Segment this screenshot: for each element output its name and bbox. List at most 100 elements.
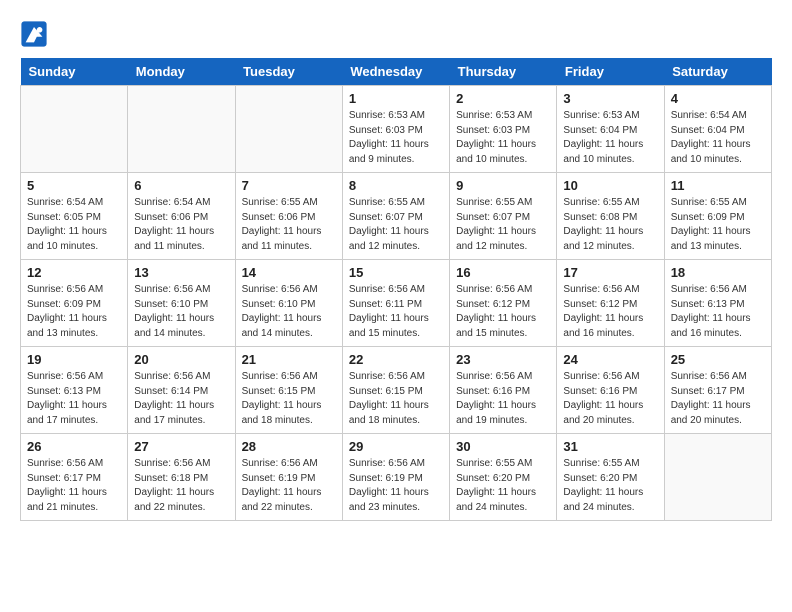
- calendar-body: 1 Sunrise: 6:53 AM Sunset: 6:03 PM Daylig…: [21, 86, 772, 521]
- calendar-cell: 6 Sunrise: 6:54 AM Sunset: 6:06 PM Daylig…: [128, 173, 235, 260]
- calendar-cell: 30Sunrise: 6:55 AM Sunset: 6:20 PM Dayli…: [450, 434, 557, 521]
- day-number: 10: [563, 178, 657, 193]
- calendar-cell: 3 Sunrise: 6:53 AM Sunset: 6:04 PM Daylig…: [557, 86, 664, 173]
- day-info: Sunrise: 6:56 AM Sunset: 6:15 PM Dayligh…: [242, 370, 336, 428]
- calendar-cell: 9Sunrise: 6:55 AM Sunset: 6:07 PM Daylig…: [450, 173, 557, 260]
- calendar-cell: 8 Sunrise: 6:55 AM Sunset: 6:07 PM Daylig…: [342, 173, 449, 260]
- day-number: 3: [563, 91, 657, 106]
- calendar-cell: 2 Sunrise: 6:53 AM Sunset: 6:03 PM Daylig…: [450, 86, 557, 173]
- calendar-week-row: 26Sunrise: 6:56 AM Sunset: 6:17 PM Dayli…: [21, 434, 772, 521]
- day-number: 2: [456, 91, 550, 106]
- day-info: Sunrise: 6:56 AM Sunset: 6:12 PM Dayligh…: [563, 283, 657, 341]
- day-info: Sunrise: 6:56 AM Sunset: 6:13 PM Dayligh…: [27, 370, 121, 428]
- day-number: 12: [27, 265, 121, 280]
- day-number: 26: [27, 439, 121, 454]
- day-number: 13: [134, 265, 228, 280]
- day-number: 24: [563, 352, 657, 367]
- calendar-cell: 29 Sunrise: 6:56 AM Sunset: 6:19 PM Dayli…: [342, 434, 449, 521]
- day-info: Sunrise: 6:56 AM Sunset: 6:17 PM Dayligh…: [671, 370, 765, 428]
- day-info: Sunrise: 6:54 AM Sunset: 6:05 PM Dayligh…: [27, 196, 121, 254]
- day-number: 15: [349, 265, 443, 280]
- day-info: Sunrise: 6:53 AM Sunset: 6:04 PM Dayligh…: [563, 109, 657, 167]
- day-info: Sunrise: 6:55 AM Sunset: 6:09 PM Dayligh…: [671, 196, 765, 254]
- calendar-cell: 25 Sunrise: 6:56 AM Sunset: 6:17 PM Dayli…: [664, 347, 771, 434]
- day-info: Sunrise: 6:56 AM Sunset: 6:16 PM Dayligh…: [563, 370, 657, 428]
- calendar-week-row: 19 Sunrise: 6:56 AM Sunset: 6:13 PM Dayli…: [21, 347, 772, 434]
- calendar-cell: 12 Sunrise: 6:56 AM Sunset: 6:09 PM Dayli…: [21, 260, 128, 347]
- calendar-table: SundayMondayTuesdayWednesdayThursdayFrid…: [20, 58, 772, 521]
- day-number: 9: [456, 178, 550, 193]
- day-info: Sunrise: 6:56 AM Sunset: 6:11 PM Dayligh…: [349, 283, 443, 341]
- day-number: 20: [134, 352, 228, 367]
- day-info: Sunrise: 6:55 AM Sunset: 6:08 PM Dayligh…: [563, 196, 657, 254]
- calendar-cell: 17 Sunrise: 6:56 AM Sunset: 6:12 PM Dayli…: [557, 260, 664, 347]
- day-info: Sunrise: 6:53 AM Sunset: 6:03 PM Dayligh…: [349, 109, 443, 167]
- calendar-cell: 4Sunrise: 6:54 AM Sunset: 6:04 PM Daylig…: [664, 86, 771, 173]
- day-info: Sunrise: 6:56 AM Sunset: 6:12 PM Dayligh…: [456, 283, 550, 341]
- day-info: Sunrise: 6:56 AM Sunset: 6:10 PM Dayligh…: [134, 283, 228, 341]
- day-number: 23: [456, 352, 550, 367]
- logo: [20, 20, 52, 48]
- weekday-header: Wednesday: [342, 58, 449, 86]
- day-info: Sunrise: 6:56 AM Sunset: 6:09 PM Dayligh…: [27, 283, 121, 341]
- calendar-cell: 15 Sunrise: 6:56 AM Sunset: 6:11 PM Dayli…: [342, 260, 449, 347]
- day-number: 6: [134, 178, 228, 193]
- calendar-cell: 10 Sunrise: 6:55 AM Sunset: 6:08 PM Dayli…: [557, 173, 664, 260]
- day-number: 11: [671, 178, 765, 193]
- day-number: 18: [671, 265, 765, 280]
- calendar-cell: [235, 86, 342, 173]
- calendar-cell: 22 Sunrise: 6:56 AM Sunset: 6:15 PM Dayli…: [342, 347, 449, 434]
- calendar-cell: [128, 86, 235, 173]
- day-number: 8: [349, 178, 443, 193]
- day-number: 7: [242, 178, 336, 193]
- weekday-header: Saturday: [664, 58, 771, 86]
- day-number: 31: [563, 439, 657, 454]
- day-info: Sunrise: 6:56 AM Sunset: 6:19 PM Dayligh…: [242, 457, 336, 515]
- calendar-cell: 31 Sunrise: 6:55 AM Sunset: 6:20 PM Dayli…: [557, 434, 664, 521]
- day-info: Sunrise: 6:54 AM Sunset: 6:06 PM Dayligh…: [134, 196, 228, 254]
- calendar-cell: [664, 434, 771, 521]
- day-number: 5: [27, 178, 121, 193]
- day-info: Sunrise: 6:56 AM Sunset: 6:10 PM Dayligh…: [242, 283, 336, 341]
- day-number: 14: [242, 265, 336, 280]
- day-info: Sunrise: 6:55 AM Sunset: 6:07 PM Dayligh…: [349, 196, 443, 254]
- day-number: 22: [349, 352, 443, 367]
- calendar-cell: 23Sunrise: 6:56 AM Sunset: 6:16 PM Dayli…: [450, 347, 557, 434]
- calendar-cell: [21, 86, 128, 173]
- calendar-cell: 28 Sunrise: 6:56 AM Sunset: 6:19 PM Dayli…: [235, 434, 342, 521]
- day-info: Sunrise: 6:55 AM Sunset: 6:06 PM Dayligh…: [242, 196, 336, 254]
- day-info: Sunrise: 6:56 AM Sunset: 6:19 PM Dayligh…: [349, 457, 443, 515]
- calendar-cell: 18 Sunrise: 6:56 AM Sunset: 6:13 PM Dayli…: [664, 260, 771, 347]
- day-number: 27: [134, 439, 228, 454]
- logo-icon: [20, 20, 48, 48]
- page-header: [20, 20, 772, 48]
- calendar-cell: 20 Sunrise: 6:56 AM Sunset: 6:14 PM Dayli…: [128, 347, 235, 434]
- calendar-header: SundayMondayTuesdayWednesdayThursdayFrid…: [21, 58, 772, 86]
- day-info: Sunrise: 6:53 AM Sunset: 6:03 PM Dayligh…: [456, 109, 550, 167]
- day-number: 21: [242, 352, 336, 367]
- calendar-cell: 13 Sunrise: 6:56 AM Sunset: 6:10 PM Dayli…: [128, 260, 235, 347]
- calendar-cell: 26Sunrise: 6:56 AM Sunset: 6:17 PM Dayli…: [21, 434, 128, 521]
- day-number: 29: [349, 439, 443, 454]
- day-info: Sunrise: 6:56 AM Sunset: 6:14 PM Dayligh…: [134, 370, 228, 428]
- calendar-cell: 24 Sunrise: 6:56 AM Sunset: 6:16 PM Dayli…: [557, 347, 664, 434]
- day-info: Sunrise: 6:55 AM Sunset: 6:20 PM Dayligh…: [563, 457, 657, 515]
- day-info: Sunrise: 6:56 AM Sunset: 6:18 PM Dayligh…: [134, 457, 228, 515]
- weekday-header: Sunday: [21, 58, 128, 86]
- calendar-cell: 5 Sunrise: 6:54 AM Sunset: 6:05 PM Daylig…: [21, 173, 128, 260]
- weekday-header: Tuesday: [235, 58, 342, 86]
- calendar-cell: 14 Sunrise: 6:56 AM Sunset: 6:10 PM Dayli…: [235, 260, 342, 347]
- day-number: 1: [349, 91, 443, 106]
- day-number: 17: [563, 265, 657, 280]
- calendar-week-row: 1 Sunrise: 6:53 AM Sunset: 6:03 PM Daylig…: [21, 86, 772, 173]
- day-number: 16: [456, 265, 550, 280]
- day-number: 25: [671, 352, 765, 367]
- day-number: 28: [242, 439, 336, 454]
- day-number: 19: [27, 352, 121, 367]
- calendar-week-row: 5 Sunrise: 6:54 AM Sunset: 6:05 PM Daylig…: [21, 173, 772, 260]
- day-info: Sunrise: 6:56 AM Sunset: 6:15 PM Dayligh…: [349, 370, 443, 428]
- calendar-cell: 11 Sunrise: 6:55 AM Sunset: 6:09 PM Dayli…: [664, 173, 771, 260]
- day-info: Sunrise: 6:56 AM Sunset: 6:13 PM Dayligh…: [671, 283, 765, 341]
- day-info: Sunrise: 6:54 AM Sunset: 6:04 PM Dayligh…: [671, 109, 765, 167]
- calendar-cell: 1 Sunrise: 6:53 AM Sunset: 6:03 PM Daylig…: [342, 86, 449, 173]
